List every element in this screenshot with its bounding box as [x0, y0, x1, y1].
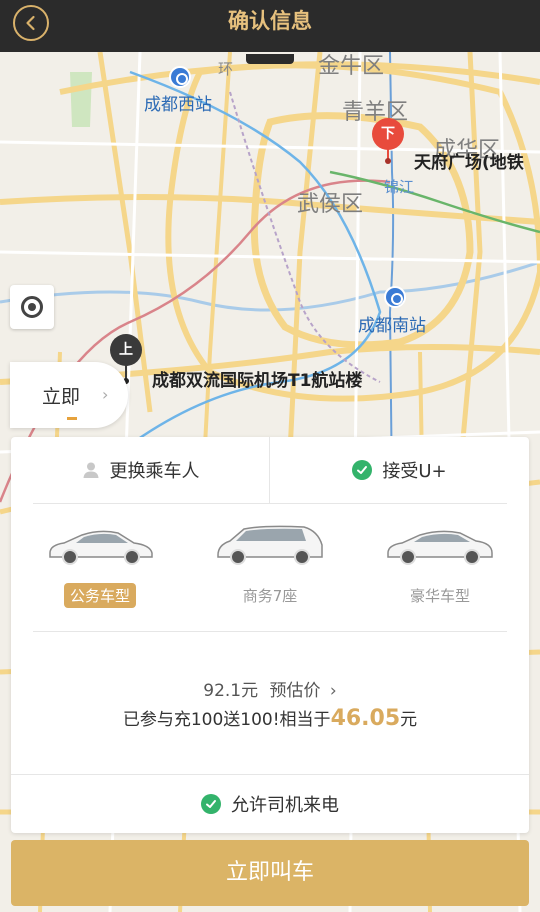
train-station-icon — [169, 66, 191, 88]
promo-prefix: 已参与充100送100!相当于 — [122, 710, 331, 730]
train-station-icon — [384, 286, 406, 308]
car-label-luxury: 豪华车型 — [409, 587, 470, 605]
car-label-mpv: 商务7座 — [242, 587, 298, 605]
accept-u-label: 接受U+ — [382, 461, 447, 482]
price-amount: 92.1元 — [203, 681, 259, 701]
promo-text: 已参与充100送100!相当于46.05元 — [11, 705, 529, 731]
mpv-car-icon — [217, 525, 323, 565]
allow-driver-call-toggle[interactable]: 允许司机来电 — [11, 775, 529, 833]
allow-driver-call-label: 允许司机来电 — [231, 795, 339, 816]
dropoff-marker-icon: 下 — [372, 118, 404, 150]
divider — [33, 503, 507, 504]
change-passenger-label: 更换乘车人 — [109, 461, 200, 482]
car-option-mpv[interactable]: 商务7座 — [195, 523, 345, 608]
call-car-button[interactable]: 立即叫车 — [11, 840, 529, 906]
person-icon — [83, 462, 98, 478]
sedan-car-icon — [49, 530, 153, 565]
options-row: 更换乘车人 接受U+ — [11, 437, 529, 503]
chevron-right-icon: › — [102, 385, 109, 404]
check-circle-icon — [201, 794, 221, 814]
pickup-location-label: 成都双流国际机场T1航站楼 — [152, 371, 363, 391]
locate-icon — [21, 296, 43, 318]
price-estimate-label: 预估价 — [269, 681, 321, 701]
luxury-car-icon — [387, 530, 493, 565]
dropoff-location-label: 天府广场(地铁 — [414, 153, 524, 173]
check-circle-icon — [352, 460, 373, 480]
station-label-chengdu-south: 成都南站 — [358, 316, 426, 336]
accept-u-toggle[interactable]: 接受U+ — [270, 437, 529, 503]
promo-amount: 46.05 — [330, 706, 401, 731]
station-label-chengdu-west: 成都西站 — [144, 95, 212, 115]
district-label-jinniu: 金牛区 — [318, 54, 385, 79]
divider — [33, 631, 507, 632]
time-selector[interactable]: 立即 › — [10, 362, 128, 428]
time-label: 立即 — [42, 386, 81, 408]
price-estimate[interactable]: 92.1元 预估价 › — [11, 676, 529, 701]
header-bar: 确认信息 — [0, 0, 540, 52]
order-card: 更换乘车人 接受U+ 公务车型 商务7座 豪华车型 92.1元 预估价 › 已参… — [11, 437, 529, 833]
locate-me-button[interactable] — [10, 285, 54, 329]
promo-suffix: 元 — [400, 710, 418, 730]
dropoff-marker-dot — [385, 158, 391, 164]
change-passenger-button[interactable]: 更换乘车人 — [11, 437, 270, 503]
small-label-huan: 环 — [218, 60, 234, 78]
small-label-jinjiang: 锦江 — [384, 178, 415, 196]
car-option-luxury[interactable]: 豪华车型 — [365, 523, 515, 608]
car-label-business: 公务车型 — [63, 583, 136, 608]
header-notch — [246, 54, 294, 64]
chevron-right-icon: › — [329, 681, 337, 701]
page-title: 确认信息 — [228, 9, 312, 33]
district-label-wuhou: 武侯区 — [297, 192, 364, 217]
time-indicator — [67, 417, 77, 420]
car-option-business[interactable]: 公务车型 — [25, 523, 175, 608]
pickup-marker-icon: 上 — [110, 334, 142, 366]
